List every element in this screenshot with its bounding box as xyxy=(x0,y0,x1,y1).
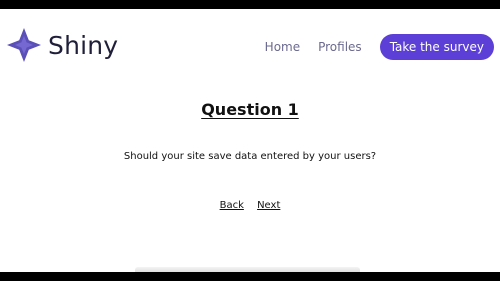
site-header: Shiny Home Profiles Take the survey xyxy=(0,9,500,79)
main-nav: Home Profiles Take the survey xyxy=(265,34,494,60)
next-link[interactable]: Next xyxy=(257,200,280,211)
logo[interactable]: Shiny xyxy=(6,27,118,63)
nav-home[interactable]: Home xyxy=(265,41,300,53)
logo-text: Shiny xyxy=(48,30,119,60)
page: Shiny Home Profiles Take the survey Ques… xyxy=(0,9,500,272)
nav-profiles[interactable]: Profiles xyxy=(318,41,362,53)
question-controls: Back Next xyxy=(0,200,500,211)
question-text: Should your site save data entered by yo… xyxy=(123,151,377,162)
question-title-text: Question 1 xyxy=(201,100,299,119)
back-link[interactable]: Back xyxy=(220,200,244,211)
sparkle-icon xyxy=(6,27,42,63)
question-title: Question 1 xyxy=(0,100,500,119)
window-top-bar xyxy=(0,0,500,9)
take-survey-button[interactable]: Take the survey xyxy=(379,34,494,60)
window-bottom-bar xyxy=(0,272,500,281)
